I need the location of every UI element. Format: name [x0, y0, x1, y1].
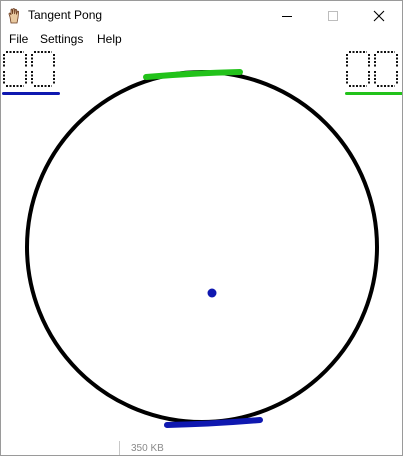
menu-file[interactable]: File: [9, 32, 28, 46]
close-button[interactable]: [356, 1, 402, 31]
game-board: [25, 69, 379, 428]
status-size: 350 KB: [131, 443, 164, 454]
menu-settings[interactable]: Settings: [40, 32, 83, 46]
play-ring: [25, 70, 379, 424]
hand-icon: [7, 8, 23, 24]
ball: [207, 288, 217, 298]
maximize-icon: [328, 11, 338, 21]
close-icon: [373, 10, 385, 22]
window-title: Tangent Pong: [28, 8, 103, 22]
menu-bar: File Settings Help: [1, 31, 402, 49]
maximize-button[interactable]: [310, 1, 356, 31]
status-separator: [119, 441, 120, 455]
app-window: Tangent Pong File Settings Help 00 00: [0, 0, 403, 456]
right-player-paddle: [143, 69, 243, 80]
menu-help[interactable]: Help: [97, 32, 122, 46]
title-bar[interactable]: Tangent Pong: [1, 1, 402, 31]
game-area[interactable]: 00 00 350 KB: [1, 49, 402, 455]
minimize-icon: [282, 16, 292, 17]
minimize-button[interactable]: [264, 1, 310, 31]
